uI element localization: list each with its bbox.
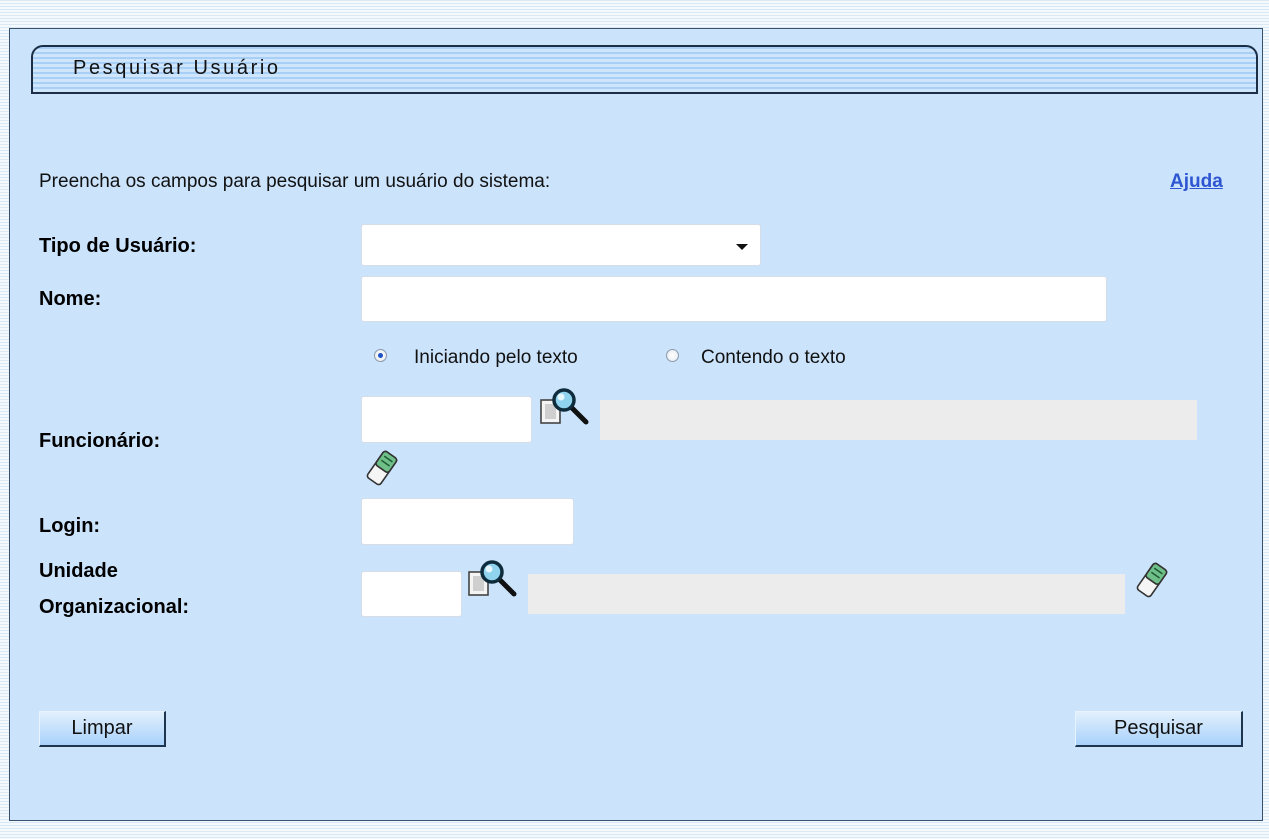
org-unit-name-display bbox=[528, 574, 1125, 614]
name-input[interactable] bbox=[361, 276, 1107, 322]
help-link[interactable]: Ajuda bbox=[1170, 171, 1223, 193]
org-unit-code-input[interactable] bbox=[361, 571, 462, 617]
user-type-label: Tipo de Usuário: bbox=[39, 235, 197, 257]
employee-label: Funcionário: bbox=[39, 430, 161, 452]
page-title: Pesquisar Usuário bbox=[73, 57, 281, 79]
user-type-select[interactable] bbox=[361, 224, 761, 266]
employee-code-input[interactable] bbox=[361, 396, 532, 443]
title-bar: Pesquisar Usuário bbox=[31, 45, 1258, 94]
radio-starts-with-label: Iniciando pelo texto bbox=[414, 347, 578, 368]
radio-contains-label: Contendo o texto bbox=[701, 347, 846, 368]
login-label: Login: bbox=[39, 515, 101, 537]
search-button[interactable]: Pesquisar bbox=[1075, 711, 1243, 747]
employee-name-display bbox=[600, 400, 1197, 440]
radio-contains[interactable] bbox=[666, 349, 679, 362]
org-unit-label-line2: Organizacional: bbox=[39, 596, 190, 618]
login-input[interactable] bbox=[361, 498, 574, 545]
eraser-icon[interactable] bbox=[364, 449, 400, 492]
search-panel: Pesquisar Usuário Preencha os campos par… bbox=[9, 28, 1263, 821]
clear-button[interactable]: Limpar bbox=[39, 711, 166, 747]
intro-text: Preencha os campos para pesquisar um usu… bbox=[39, 171, 551, 192]
search-magnifier-icon[interactable] bbox=[540, 387, 592, 436]
name-label: Nome: bbox=[39, 288, 102, 310]
search-magnifier-icon[interactable] bbox=[468, 559, 520, 608]
chevron-down-icon bbox=[736, 244, 748, 250]
radio-starts-with[interactable] bbox=[374, 349, 387, 362]
eraser-icon[interactable] bbox=[1134, 561, 1170, 604]
org-unit-label-line1: Unidade bbox=[39, 560, 118, 582]
